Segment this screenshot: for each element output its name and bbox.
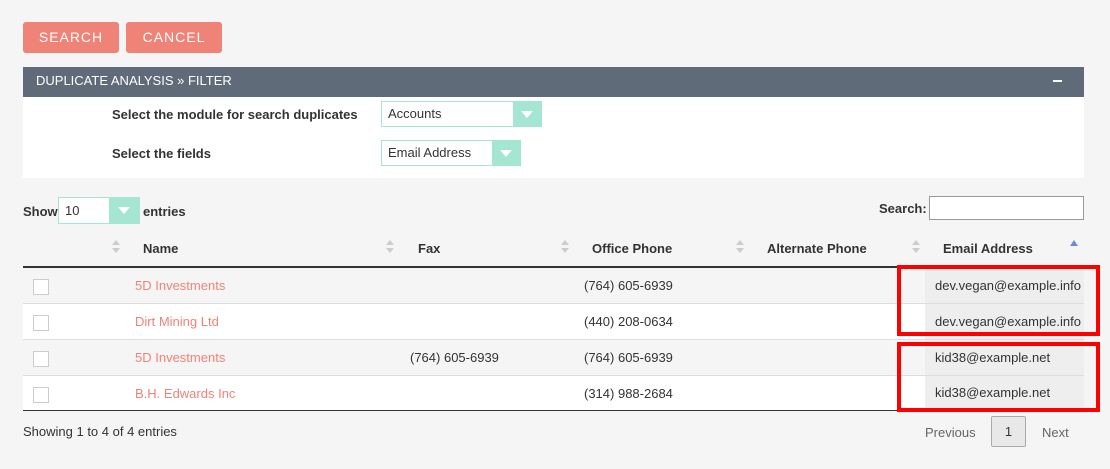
search-button[interactable]: SEARCH <box>23 22 119 53</box>
table-info: Showing 1 to 4 of 4 entries <box>23 424 177 439</box>
filter-panel-header[interactable]: DUPLICATE ANALYSIS » FILTER <box>23 67 1084 97</box>
column-header-office-phone[interactable]: Office Phone <box>592 241 672 256</box>
sort-icon[interactable] <box>112 240 120 254</box>
entries-label: entries <box>143 204 186 219</box>
chevron-down-icon <box>492 141 520 165</box>
office-phone-cell: (440) 208-0634 <box>584 314 673 329</box>
chevron-down-icon <box>513 102 541 126</box>
sort-icon[interactable] <box>386 240 394 254</box>
sort-icon[interactable] <box>561 240 569 254</box>
column-header-name[interactable]: Name <box>143 241 178 256</box>
module-select-value: Accounts <box>388 106 442 121</box>
collapse-icon[interactable] <box>1053 80 1062 82</box>
show-label: Show <box>23 204 58 219</box>
next-page-button[interactable]: Next <box>1042 425 1069 440</box>
row-checkbox[interactable] <box>33 351 49 367</box>
fields-select-value: Email Address <box>388 145 472 160</box>
highlight-box <box>897 265 1100 336</box>
filter-panel-body: Select the module for search duplicates … <box>23 97 1084 178</box>
cancel-button[interactable]: CANCEL <box>126 22 222 53</box>
chevron-down-icon <box>109 198 139 223</box>
account-name-link[interactable]: B.H. Edwards Inc <box>135 386 235 401</box>
office-phone-cell: (764) 605-6939 <box>584 278 673 293</box>
page-length-select[interactable]: 10 <box>58 197 140 224</box>
row-checkbox[interactable] <box>33 279 49 295</box>
row-checkbox[interactable] <box>33 387 49 403</box>
account-name-link[interactable]: Dirt Mining Ltd <box>135 314 219 329</box>
sort-ascending-icon[interactable] <box>1070 240 1078 246</box>
previous-page-button[interactable]: Previous <box>925 425 976 440</box>
fields-select[interactable]: Email Address <box>381 140 521 166</box>
office-phone-cell: (764) 605-6939 <box>584 350 673 365</box>
module-select[interactable]: Accounts <box>381 101 542 127</box>
fields-label: Select the fields <box>112 146 211 161</box>
office-phone-cell: (314) 988-2684 <box>584 386 673 401</box>
column-header-alternate-phone[interactable]: Alternate Phone <box>767 241 867 256</box>
fax-cell: (764) 605-6939 <box>410 350 499 365</box>
sort-icon[interactable] <box>736 240 744 254</box>
column-header-email[interactable]: Email Address <box>943 241 1033 256</box>
highlight-box <box>897 342 1100 412</box>
account-name-link[interactable]: 5D Investments <box>135 278 225 293</box>
table-search-input[interactable] <box>929 196 1084 220</box>
module-label: Select the module for search duplicates <box>112 107 358 122</box>
column-header-fax[interactable]: Fax <box>418 241 440 256</box>
page-length-value: 10 <box>65 203 80 218</box>
table-search-label: Search: <box>879 201 927 216</box>
sort-icon[interactable] <box>912 240 920 254</box>
page-number-button[interactable]: 1 <box>991 416 1026 447</box>
filter-panel-title: DUPLICATE ANALYSIS » FILTER <box>36 73 232 88</box>
row-checkbox[interactable] <box>33 315 49 331</box>
account-name-link[interactable]: 5D Investments <box>135 350 225 365</box>
